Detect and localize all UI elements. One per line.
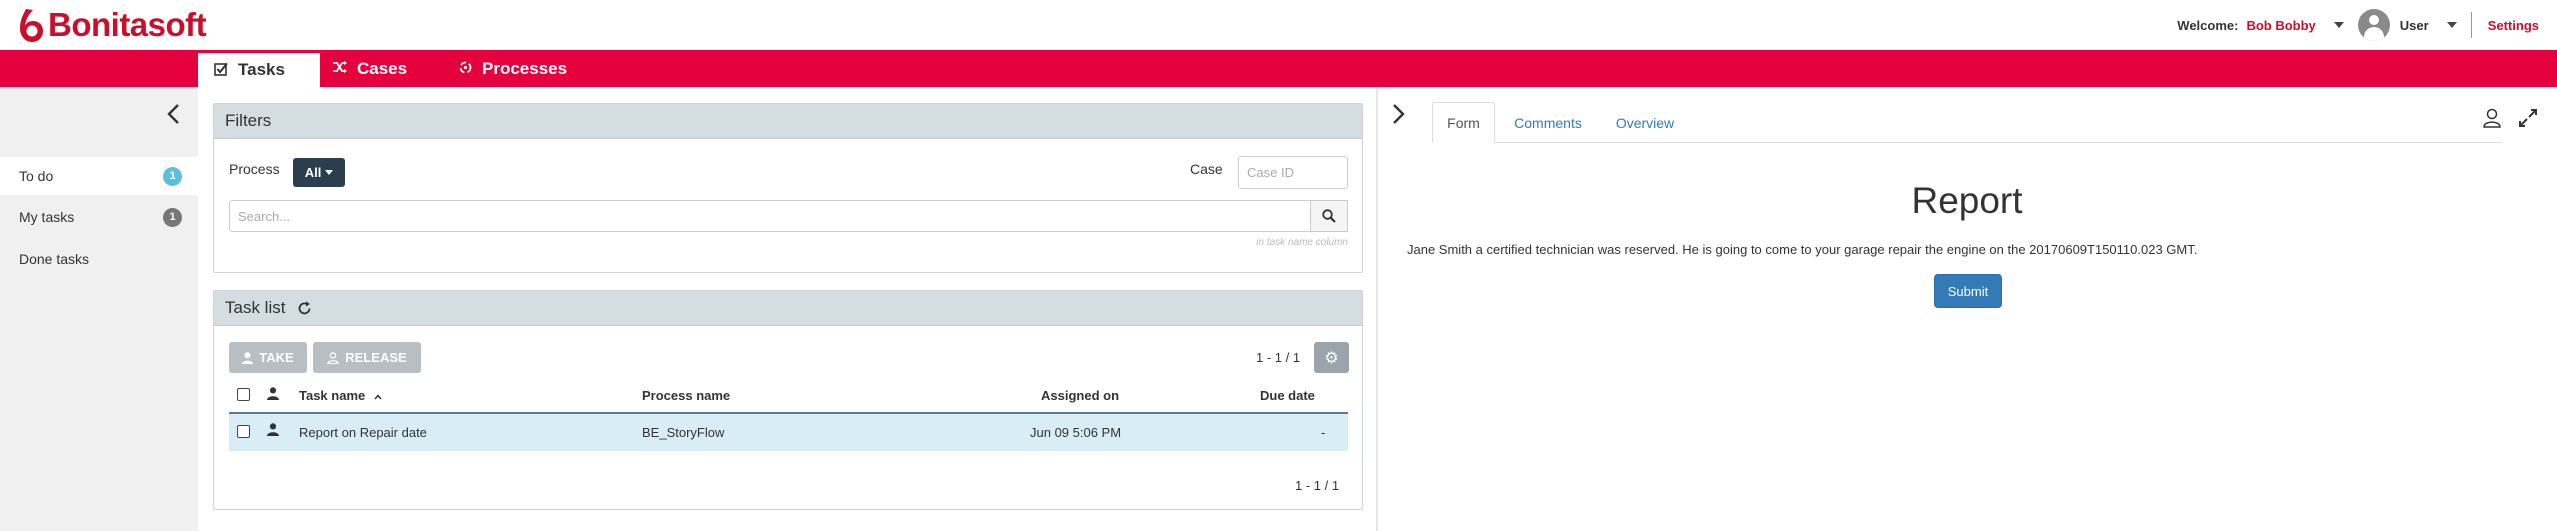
bonitasoft-logo-icon [20,9,43,42]
collapse-sidebar-chevron-left-icon[interactable] [166,103,180,129]
user-outline-icon [327,351,340,364]
column-header-process-name[interactable]: Process name [642,388,730,403]
count-badge: 1 [163,166,182,186]
take-button[interactable]: TAKE [229,342,307,373]
pagination-top: 1 - 1 / 1 [1256,350,1301,365]
task-list-title: Task list [225,298,286,317]
avatar[interactable] [2357,9,2390,41]
user-bar: Welcome: Bob Bobby User Settings [2177,0,2557,50]
panel-divider[interactable] [1376,87,1378,531]
role-menu-chevron-down-icon[interactable] [2446,22,2457,28]
case-id-placeholder: Case ID [1247,165,1294,180]
process-icon [459,61,472,77]
task-list-panel: Task list TAKE RELEASE 1 - 1 / 1 ⚙ Task … [213,290,1363,510]
release-label: RELEASE [345,350,407,365]
select-all-checkbox[interactable] [237,388,250,401]
column-header-assigned-on[interactable]: Assigned on [1041,388,1119,403]
column-header-due-date[interactable]: Due date [1260,388,1315,403]
filters-header: Filters [214,104,1362,139]
sidebar-item-label: My tasks [19,209,75,225]
search-placeholder: Search... [238,208,291,224]
user-name-link[interactable]: Bob Bobby [2246,18,2315,33]
divider [2470,12,2472,38]
tab-overview[interactable]: Overview [1602,102,1688,143]
bonitasoft-logo[interactable]: Bonitasoft [16,6,207,44]
pagination-bottom: 1 - 1 / 1 [1295,478,1340,493]
sidebar-item-to-do[interactable]: To do 1 [0,157,198,195]
cell-assigned-on: Jun 09 5:06 PM [1030,425,1122,440]
search-input[interactable]: Search... [229,200,1311,232]
user-icon [242,351,254,364]
main-nav: Tasks Cases Processes [0,50,2557,87]
process-filter-value: All [304,165,322,180]
tab-form-label: Form [1447,114,1480,131]
form-title: Report [1911,180,2023,221]
sidebar: To do 1 My tasks 1 Done tasks [0,87,198,531]
welcome-label: Welcome: [2177,17,2239,33]
filters-panel: Filters Process All Case Case ID Search.… [213,103,1363,273]
assigned-user-icon [267,423,279,439]
cell-process-name: BE_StoryFlow [642,425,725,440]
submit-label: Submit [1947,283,1989,299]
sidebar-item-my-tasks[interactable]: My tasks 1 [0,198,198,236]
sidebar-item-label: Done tasks [19,251,90,267]
check-square-icon [214,62,228,79]
case-id-input[interactable]: Case ID [1238,156,1348,189]
settings-link[interactable]: Settings [2488,18,2539,33]
collapse-detail-chevron-right-icon[interactable] [1392,103,1406,129]
tab-overview-label: Overview [1615,114,1675,131]
sort-ascending-icon [374,388,382,403]
search-icon [1322,209,1336,223]
cell-task-name[interactable]: Report on Repair date [299,425,427,440]
tab-tasks-label: Tasks [238,60,285,79]
release-button[interactable]: RELEASE [313,342,421,373]
count-badge: 1 [163,207,182,227]
sidebar-item-done-tasks[interactable]: Done tasks [0,240,198,278]
tab-cases[interactable]: Cases [333,50,433,87]
table-settings-button[interactable]: ⚙ [1314,342,1349,373]
refresh-icon[interactable] [297,301,312,316]
sidebar-item-label: To do [19,168,54,184]
tab-comments[interactable]: Comments [1502,102,1594,143]
row-checkbox[interactable] [237,425,250,438]
expand-icon[interactable] [2518,108,2538,131]
case-label: Case [1190,161,1223,177]
process-label: Process [229,161,280,177]
brand-name: Bonitasoft [48,6,207,43]
tab-form[interactable]: Form [1432,102,1495,143]
tab-comments-label: Comments [1514,114,1582,131]
task-list-header: Task list [214,291,1362,326]
submit-button[interactable]: Submit [1934,274,2002,308]
tab-cases-label: Cases [357,58,408,78]
take-label: TAKE [259,350,294,365]
role-label[interactable]: User [2400,18,2429,33]
cell-due-date: - [1321,425,1326,440]
table-row[interactable]: Report on Repair date BE_StoryFlow Jun 0… [229,412,1348,451]
chevron-down-icon [325,170,334,175]
assign-user-icon[interactable] [2482,108,2502,131]
shuffle-icon [333,61,347,76]
gear-icon: ⚙ [1324,349,1339,367]
search-button[interactable] [1311,200,1348,232]
filters-title: Filters [225,111,272,130]
column-header-task-name[interactable]: Task name [299,388,382,403]
form-message: Jane Smith a certified technician was re… [1407,242,2198,257]
process-filter-dropdown[interactable]: All [293,158,345,187]
tab-processes[interactable]: Processes [459,50,589,87]
top-bar: Bonitasoft Welcome: Bob Bobby User Setti… [0,0,2557,50]
search-hint: in task name column [1256,237,1348,248]
tab-processes-label: Processes [482,58,568,78]
assignee-column-user-icon [267,387,279,403]
user-menu-chevron-down-icon[interactable] [2333,22,2344,28]
tab-tasks[interactable]: Tasks [198,50,320,87]
